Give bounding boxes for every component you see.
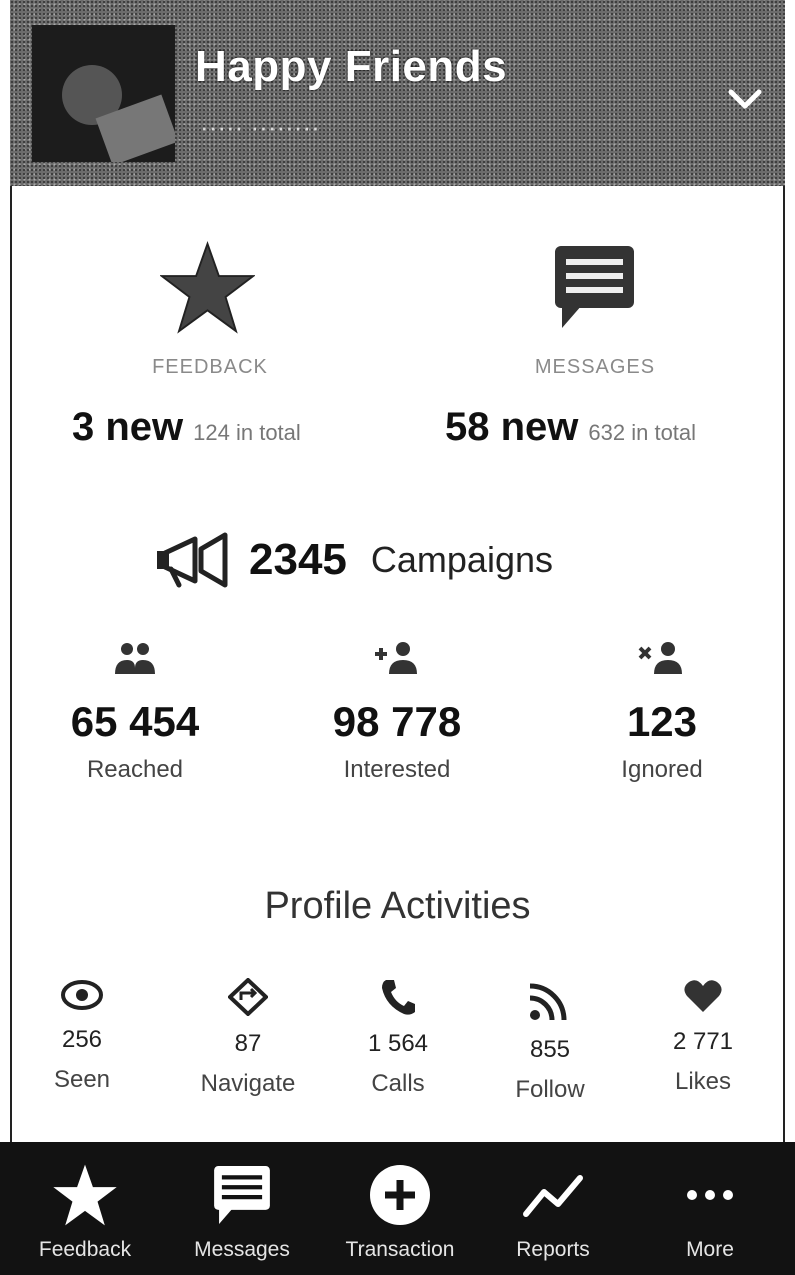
- activity-seen[interactable]: 256 Seen: [12, 978, 152, 1094]
- activity-label: Likes: [674, 1068, 732, 1095]
- chart-line-icon: [523, 1175, 583, 1217]
- tab-label: More: [686, 1238, 734, 1261]
- remove-user-icon: [638, 642, 682, 674]
- tab-messages[interactable]: Messages: [172, 1142, 312, 1275]
- campaigns-summary[interactable]: 2345 Campaigns: [155, 530, 553, 590]
- tab-reports[interactable]: Reports: [483, 1142, 623, 1275]
- activity-likes[interactable]: 2 771 Likes: [633, 978, 773, 1096]
- tab-more[interactable]: More: [640, 1142, 780, 1275]
- message-icon: [214, 1166, 270, 1224]
- megaphone-icon: [157, 532, 228, 588]
- eye-icon: [61, 980, 103, 1010]
- star-icon: [53, 1164, 117, 1226]
- activity-label: Seen: [53, 1066, 111, 1093]
- campaigns-label: Campaigns: [370, 539, 553, 580]
- heart-icon: [684, 980, 722, 1012]
- activity-calls[interactable]: 1 564 Calls: [328, 978, 468, 1098]
- tab-feedback[interactable]: Feedback: [15, 1142, 155, 1275]
- star-icon[interactable]: [160, 240, 255, 335]
- chevron-down-icon[interactable]: [725, 78, 765, 118]
- activity-label: Navigate: [200, 1070, 296, 1097]
- feedback-new-count: 3 new: [72, 405, 184, 449]
- metric-label: Ignored: [621, 756, 703, 783]
- activity-navigate[interactable]: 87 Navigate: [178, 978, 318, 1098]
- metric-value: 98 778: [332, 698, 462, 745]
- people-icon: [115, 643, 155, 674]
- activity-label: Follow: [515, 1076, 585, 1103]
- metric-value: 123: [626, 698, 698, 745]
- campaigns-count: 2345: [249, 535, 347, 584]
- metric-value: 65 454: [70, 698, 200, 745]
- navigate-icon: [228, 978, 268, 1016]
- feedback-total: 124 in total: [193, 420, 301, 445]
- metric-ignored[interactable]: 123 Ignored: [562, 640, 762, 784]
- messages-summary[interactable]: 58 new 632 in total: [445, 405, 696, 450]
- metric-label: Reached: [86, 756, 184, 783]
- messages-label: MESSAGES: [534, 356, 656, 378]
- add-user-icon: [375, 642, 417, 674]
- avatar[interactable]: [32, 25, 175, 162]
- profile-subtitle: ····· ········: [200, 112, 320, 142]
- phone-icon: [382, 980, 415, 1015]
- metric-reached[interactable]: 65 454 Reached: [35, 640, 235, 784]
- tab-transaction[interactable]: Transaction: [330, 1142, 470, 1275]
- activity-value: 1 564: [367, 1030, 429, 1057]
- tab-label: Messages: [194, 1238, 290, 1261]
- profile-title: Happy Friends: [195, 42, 508, 91]
- plus-circle-icon: [370, 1165, 430, 1225]
- more-icon: [687, 1190, 733, 1200]
- messages-total: 632 in total: [588, 420, 697, 445]
- tab-label: Reports: [516, 1238, 590, 1261]
- activity-follow[interactable]: 855 Follow: [480, 978, 620, 1104]
- activity-label: Calls: [371, 1070, 425, 1097]
- activity-value: 855: [529, 1036, 571, 1063]
- section-title-profile-activities: Profile Activities: [264, 885, 531, 927]
- profile-header: Happy Friends ····· ········: [10, 0, 785, 186]
- feedback-label: FEEDBACK: [152, 356, 268, 378]
- message-icon[interactable]: [552, 243, 637, 331]
- rss-icon: [529, 983, 567, 1021]
- bottom-tab-bar: Feedback Messages Transaction Reports Mo…: [0, 1142, 795, 1275]
- activity-value: 2 771: [672, 1028, 734, 1055]
- metric-label: Interested: [343, 756, 451, 783]
- messages-new-count: 58 new: [445, 405, 579, 449]
- activity-value: 87: [234, 1030, 262, 1057]
- activity-value: 256: [61, 1026, 103, 1053]
- tab-label: Feedback: [38, 1238, 132, 1261]
- feedback-summary[interactable]: 3 new 124 in total: [72, 405, 301, 450]
- metric-interested[interactable]: 98 778 Interested: [297, 640, 497, 784]
- tab-label: Transaction: [345, 1238, 455, 1261]
